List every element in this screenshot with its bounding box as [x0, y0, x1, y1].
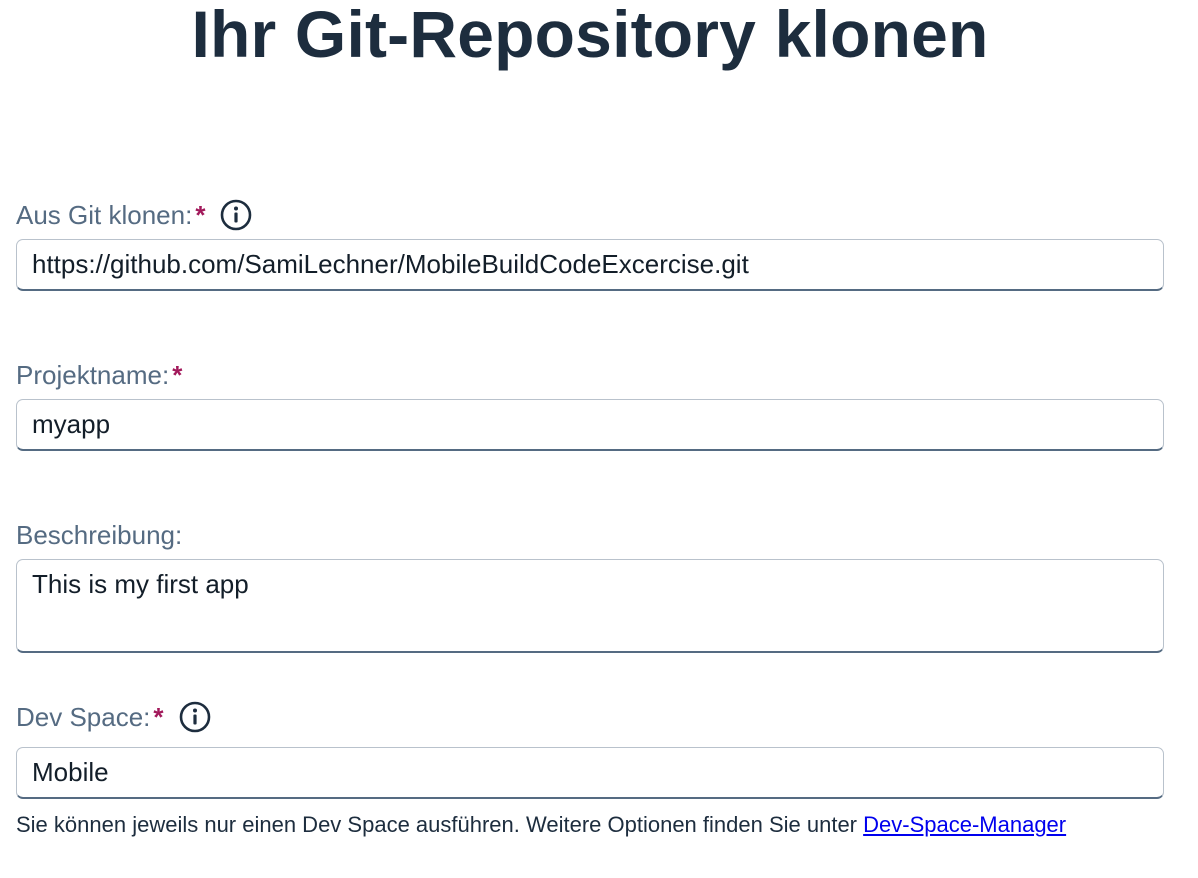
- git-clone-label: Aus Git klonen:: [16, 199, 193, 230]
- required-marker: *: [195, 199, 206, 230]
- project-name-input[interactable]: myapp: [16, 399, 1164, 451]
- page-title: Ihr Git-Repository klonen: [191, 0, 989, 71]
- dev-space-label-row: Dev Space: *: [16, 700, 212, 734]
- dev-space-hint: Sie können jeweils nur einen Dev Space a…: [16, 812, 1066, 838]
- description-label: Beschreibung:: [16, 519, 183, 550]
- info-circle-icon[interactable]: [219, 198, 253, 232]
- description-label-row: Beschreibung:: [16, 518, 182, 552]
- dev-space-manager-link[interactable]: Dev-Space-Manager: [863, 812, 1066, 837]
- info-circle-icon[interactable]: [178, 700, 212, 734]
- dev-space-label: Dev Space:: [16, 701, 151, 732]
- required-marker: *: [172, 359, 183, 390]
- description-textarea[interactable]: This is my first app: [16, 559, 1164, 653]
- git-clone-label-row: Aus Git klonen: *: [16, 198, 253, 232]
- project-name-label: Projektname:: [16, 359, 170, 390]
- project-name-label-row: Projektname: *: [16, 358, 182, 392]
- dev-space-hint-text: Sie können jeweils nur einen Dev Space a…: [16, 812, 864, 837]
- dev-space-input[interactable]: Mobile: [16, 747, 1164, 799]
- clone-repository-page: Ihr Git-Repository klonen Aus Git klonen…: [0, 0, 1198, 878]
- required-marker: *: [153, 701, 164, 732]
- git-url-input[interactable]: https://github.com/SamiLechner/MobileBui…: [16, 239, 1164, 291]
